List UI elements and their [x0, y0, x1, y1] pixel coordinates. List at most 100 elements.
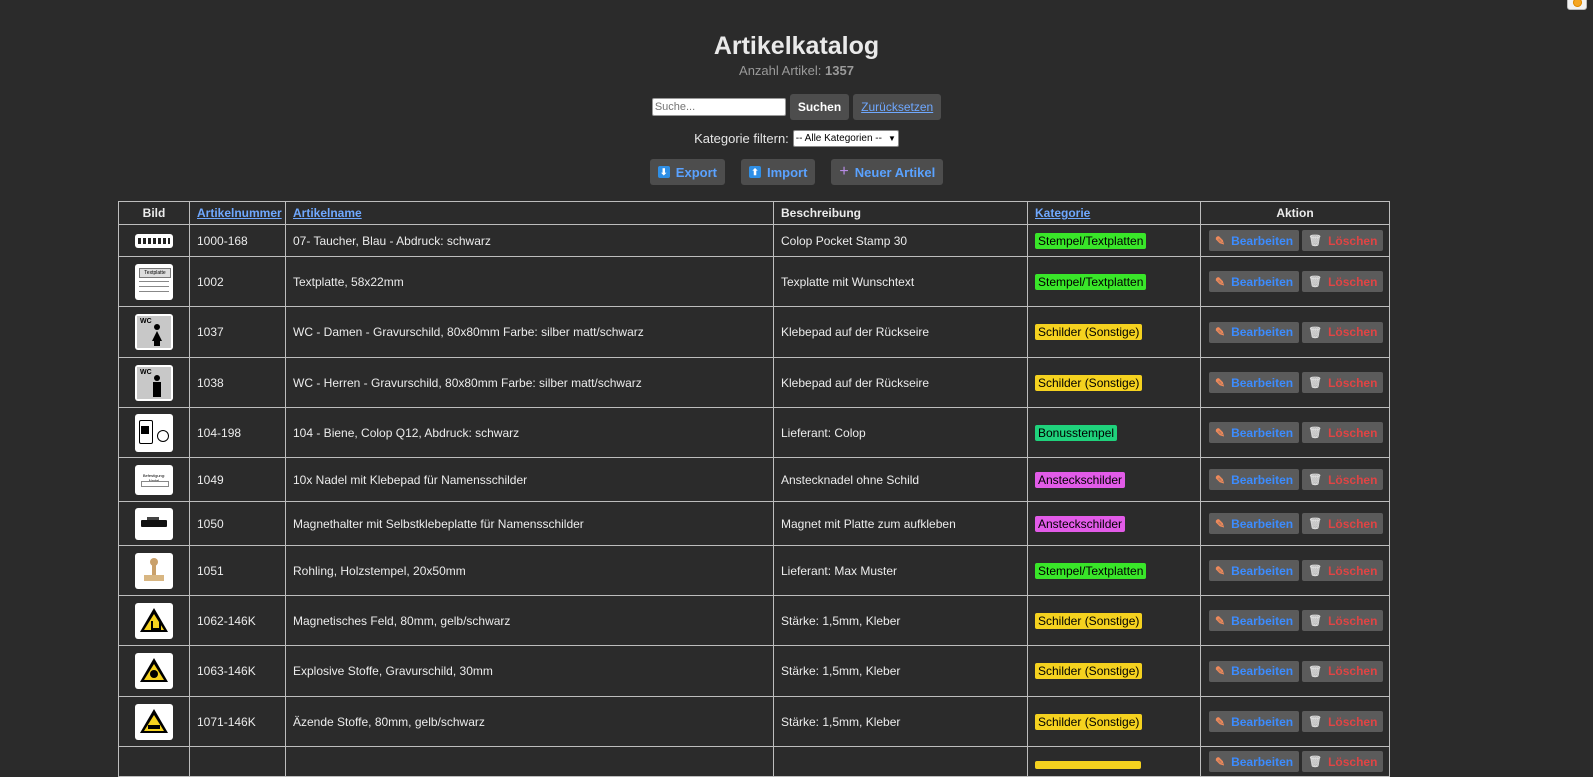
header-description: Beschreibung	[773, 201, 1028, 225]
category-badge: Ansteckschilder	[1035, 515, 1126, 532]
delete-button[interactable]: 🗑 Löschen	[1302, 711, 1384, 732]
header-name[interactable]: Artikelname	[285, 201, 774, 225]
category-badge: Bonusstempel	[1035, 424, 1118, 441]
cell-number	[189, 746, 286, 777]
header-category[interactable]: Kategorie	[1027, 201, 1201, 225]
edit-label: Bearbeiten	[1231, 375, 1294, 390]
sort-name-link[interactable]: Artikelname	[293, 206, 362, 220]
article-thumbnail: WC	[135, 364, 173, 401]
theme-toggle-button[interactable]	[1567, 0, 1587, 10]
cell-number: 1049	[189, 457, 286, 502]
edit-label: Bearbeiten	[1231, 714, 1294, 729]
cell-name: 104 - Biene, Colop Q12, Abdruck: schwarz	[285, 407, 774, 458]
pencil-icon: ✎	[1215, 375, 1226, 390]
category-badge: Schilder (Sonstige)	[1035, 713, 1143, 730]
table-row: WC 1037 WC - Damen - Gravurschild, 80x80…	[118, 306, 1390, 358]
delete-button[interactable]: 🗑 Löschen	[1302, 271, 1384, 292]
delete-button[interactable]: 🗑 Löschen	[1302, 230, 1384, 251]
delete-button[interactable]: 🗑 Löschen	[1302, 469, 1384, 490]
delete-button[interactable]: 🗑 Löschen	[1302, 422, 1384, 443]
cell-description: Anstecknadel ohne Schild	[773, 457, 1028, 502]
cell-image	[118, 545, 190, 596]
edit-button[interactable]: ✎ Bearbeiten	[1209, 321, 1300, 343]
edit-button[interactable]: ✎ Bearbeiten	[1209, 660, 1300, 682]
edit-button[interactable]: ✎ Bearbeiten	[1209, 422, 1300, 443]
cell-image	[118, 696, 190, 747]
cell-name: Rohling, Holzstempel, 20x50mm	[285, 545, 774, 596]
search-input[interactable]	[651, 98, 786, 116]
edit-button[interactable]: ✎ Bearbeiten	[1209, 469, 1300, 490]
table-row: 1051 Rohling, Holzstempel, 20x50mm Liefe…	[118, 545, 1390, 596]
cell-description: Stärke: 1,5mm, Kleber	[773, 645, 1028, 697]
category-select[interactable]: -- Alle Kategorien -- ▼	[792, 130, 899, 147]
new-article-button[interactable]: + Neuer Artikel	[831, 159, 944, 185]
cell-category: Schilder (Sonstige)	[1027, 645, 1201, 697]
trash-icon: 🗑	[1308, 377, 1323, 389]
cell-number: 1063-146K	[189, 645, 286, 697]
export-label: Export	[675, 164, 717, 180]
edit-button[interactable]: ✎ Bearbeiten	[1209, 271, 1300, 292]
reset-button[interactable]: Zurücksetzen	[853, 94, 942, 120]
category-badge: Schilder (Sonstige)	[1035, 374, 1143, 391]
article-thumbnail	[135, 653, 173, 689]
toolbar: ⬇ Export ⬆ Import + Neuer Artikel	[0, 159, 1593, 185]
delete-button[interactable]: 🗑 Löschen	[1302, 751, 1384, 772]
article-count: Anzahl Artikel: 1357	[0, 63, 1593, 78]
cell-category: Ansteckschilder	[1027, 457, 1201, 502]
edit-button[interactable]: ✎ Bearbeiten	[1209, 513, 1300, 534]
cell-description: Stärke: 1,5mm, Kleber	[773, 595, 1028, 646]
cell-actions: ✎ Bearbeiten 🗑 Löschen	[1200, 595, 1390, 646]
trash-icon: 🗑	[1308, 427, 1323, 439]
edit-label: Bearbeiten	[1231, 472, 1294, 487]
delete-button[interactable]: 🗑 Löschen	[1302, 372, 1384, 393]
edit-button[interactable]: ✎ Bearbeiten	[1209, 372, 1300, 393]
edit-button[interactable]: ✎ Bearbeiten	[1209, 711, 1300, 732]
edit-label: Bearbeiten	[1231, 233, 1294, 248]
edit-button[interactable]: ✎ Bearbeiten	[1209, 560, 1300, 581]
cell-image: WC	[118, 357, 190, 408]
sort-category-link[interactable]: Kategorie	[1035, 206, 1090, 220]
cell-actions: ✎ Bearbeiten 🗑 Löschen	[1200, 306, 1390, 358]
delete-button[interactable]: 🗑 Löschen	[1302, 610, 1384, 631]
article-thumbnail	[135, 703, 173, 740]
category-badge	[1035, 760, 1141, 769]
import-button[interactable]: ⬆ Import	[740, 159, 816, 185]
article-thumbnail	[135, 233, 173, 248]
cell-description: Stärke: 1,5mm, Kleber	[773, 696, 1028, 747]
sort-number-link[interactable]: Artikelnummer	[197, 206, 282, 220]
cell-category: Schilder (Sonstige)	[1027, 696, 1201, 747]
cell-category: Schilder (Sonstige)	[1027, 595, 1201, 646]
delete-button[interactable]: 🗑 Löschen	[1302, 321, 1384, 343]
cell-image	[118, 645, 190, 697]
cell-description	[773, 746, 1028, 777]
category-badge: Stempel/Textplatten	[1035, 273, 1147, 290]
cell-actions: ✎ Bearbeiten 🗑 Löschen	[1200, 545, 1390, 596]
article-thumbnail: Befestigung: Nadel	[135, 464, 173, 495]
edit-button[interactable]: ✎ Bearbeiten	[1209, 751, 1300, 772]
cell-name: WC - Damen - Gravurschild, 80x80mm Farbe…	[285, 306, 774, 358]
cell-actions: ✎ Bearbeiten 🗑 Löschen	[1200, 746, 1390, 777]
pencil-icon: ✎	[1215, 754, 1226, 769]
header-number[interactable]: Artikelnummer	[189, 201, 286, 225]
edit-button[interactable]: ✎ Bearbeiten	[1209, 610, 1300, 631]
category-badge: Schilder (Sonstige)	[1035, 663, 1143, 679]
cell-image	[118, 224, 190, 257]
trash-icon: 🗑	[1308, 756, 1323, 768]
cell-description: Magnet mit Platte zum aufkleben	[773, 501, 1028, 546]
export-button[interactable]: ⬇ Export	[649, 159, 725, 185]
delete-label: Löschen	[1328, 563, 1378, 578]
delete-button[interactable]: 🗑 Löschen	[1302, 660, 1384, 682]
cell-description: Klebepad auf der Rückseire	[773, 357, 1028, 408]
article-count-value: 1357	[825, 63, 854, 78]
delete-button[interactable]: 🗑 Löschen	[1302, 560, 1384, 581]
article-thumbnail	[135, 413, 173, 452]
delete-button[interactable]: 🗑 Löschen	[1302, 513, 1384, 534]
article-thumbnail	[135, 507, 173, 540]
cell-number: 104-198	[189, 407, 286, 458]
table-row: 1071-146K Äzende Stoffe, 80mm, gelb/schw…	[118, 696, 1390, 747]
category-filter: Kategorie filtern: -- Alle Kategorien --…	[0, 130, 1593, 147]
search-button[interactable]: Suchen	[789, 94, 850, 120]
edit-button[interactable]: ✎ Bearbeiten	[1209, 230, 1300, 251]
cell-image: WC	[118, 306, 190, 358]
cell-actions: ✎ Bearbeiten 🗑 Löschen	[1200, 256, 1390, 307]
